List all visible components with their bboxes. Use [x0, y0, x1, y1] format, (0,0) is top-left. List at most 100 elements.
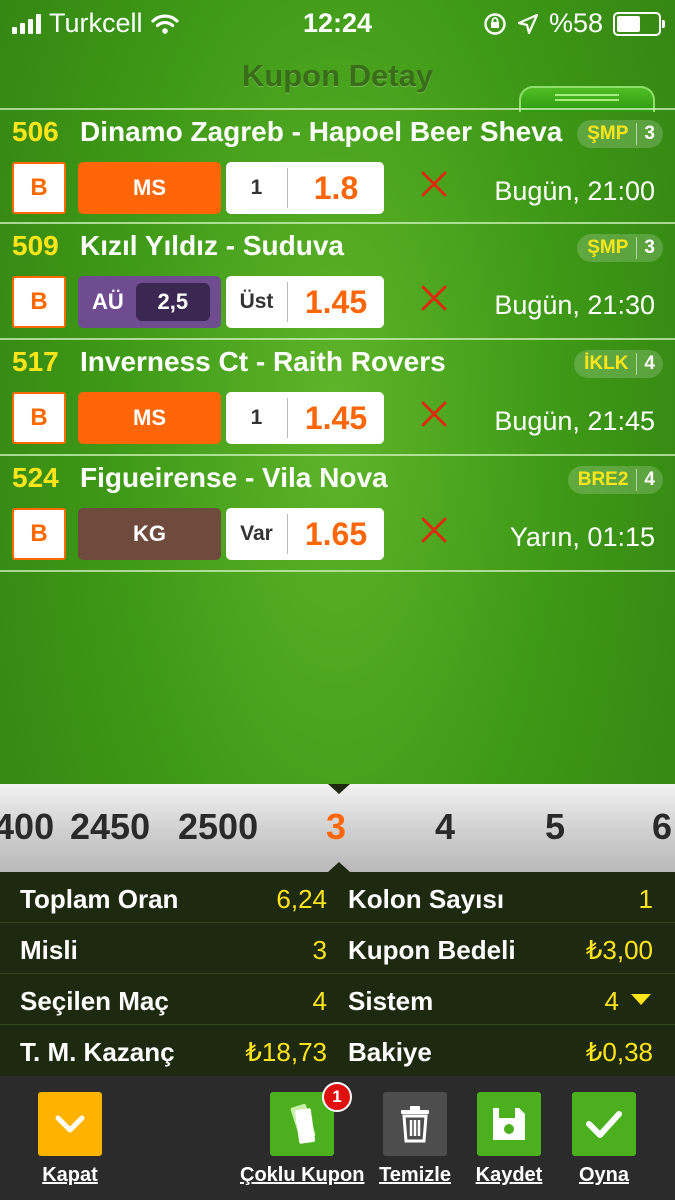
save-label: Kaydet [475, 1164, 543, 1186]
league-badge: BRE2 4 [567, 466, 663, 494]
league-badge: ŞMP 3 [577, 120, 663, 148]
picker-option-selected[interactable]: 3 [326, 806, 346, 848]
league-count: 3 [644, 237, 655, 258]
market-name: MS [133, 175, 166, 200]
play-button[interactable]: Oyna [572, 1092, 636, 1187]
odds-box: 1 1.45 [226, 392, 384, 444]
market-label: AÜ 2,5 [78, 276, 221, 328]
odd-value: 1.8 [313, 169, 359, 206]
summary-label: Bakiye [348, 1037, 432, 1067]
summary-value: ₺3,00 [585, 935, 653, 965]
tickets-icon: 1 [270, 1082, 352, 1156]
banker-toggle[interactable]: B [12, 162, 66, 214]
picker-option[interactable]: 5 [545, 806, 565, 848]
picker-option[interactable]: 2500 [178, 806, 258, 848]
summary-label: Misli [20, 935, 78, 965]
pick-label: Üst [226, 282, 288, 322]
odds-box: 1 1.8 [226, 162, 384, 214]
market-label: KG [78, 508, 221, 560]
summary-label: Kupon Bedeli [348, 935, 516, 965]
summary-value: ₺0,38 [585, 1037, 653, 1067]
picker-pointer-bottom [328, 862, 350, 872]
chevron-down-icon [38, 1092, 102, 1156]
summary-label: Seçilen Maç [20, 986, 169, 1016]
summary-value: 1 [638, 884, 653, 914]
multi-coupon-button[interactable]: 1 Çoklu Kupon [240, 1082, 365, 1187]
location-icon [517, 13, 539, 34]
odd-value: 1.45 [304, 283, 368, 320]
trash-icon [383, 1092, 447, 1156]
remove-x-icon[interactable] [418, 168, 450, 200]
battery-percent: %58 [548, 8, 603, 38]
match-code: 506 [12, 116, 59, 147]
match-time: Bugün, 21:45 [494, 406, 655, 436]
summary-label: Toplam Oran [20, 884, 179, 914]
match-code: 524 [12, 462, 59, 493]
picker-option[interactable]: 2450 [70, 806, 150, 848]
multi-coupon-label: Çoklu Kupon [240, 1164, 365, 1186]
floppy-icon [477, 1092, 541, 1156]
save-button[interactable]: Kaydet [474, 1092, 544, 1187]
match-teams: Dinamo Zagreb - Hapoel Beer Sheva [80, 116, 563, 147]
summary-value: 3 [312, 935, 327, 965]
clear-label: Temizle [379, 1164, 451, 1186]
league-name: ŞMP [587, 237, 638, 259]
match-row: 509 Kızıl Yıldız - Suduva ŞMP 3 B AÜ 2,5 Ü… [0, 224, 675, 340]
market-line: 2,5 [135, 283, 210, 321]
league-name: BRE2 [578, 469, 638, 491]
multiplier-picker[interactable]: 2400 2450 2500 3 4 5 6 [0, 784, 675, 872]
chevron-down-icon[interactable] [631, 994, 651, 1005]
check-icon [572, 1092, 636, 1156]
match-teams: Kızıl Yıldız - Suduva [80, 230, 344, 261]
league-count: 4 [644, 353, 655, 374]
match-time: Bugün, 21:30 [494, 290, 655, 320]
league-name: İKLK [584, 353, 638, 375]
match-list: 506 Dinamo Zagreb - Hapoel Beer Sheva ŞM… [0, 108, 675, 572]
banker-toggle[interactable]: B [12, 276, 66, 328]
summary-value: ₺18,73 [245, 1037, 327, 1067]
match-teams: Figueirense - Vila Nova [80, 462, 388, 493]
clear-button[interactable]: Temizle [374, 1092, 456, 1187]
remove-x-icon[interactable] [418, 398, 450, 430]
league-name: ŞMP [587, 123, 638, 145]
odd-value: 1.45 [304, 399, 368, 436]
remove-x-icon[interactable] [418, 282, 450, 314]
match-time: Bugün, 21:00 [494, 176, 655, 206]
battery-icon [613, 11, 665, 36]
status-right: %58 [483, 8, 665, 39]
coupon-summary: Toplam Oran 6,24 Kolon Sayısı 1 Misli 3 … [0, 872, 675, 1076]
banker-toggle[interactable]: B [12, 508, 66, 560]
summary-label: Kolon Sayısı [348, 884, 505, 914]
match-teams: Inverness Ct - Raith Rovers [80, 346, 446, 377]
odds-box: Üst 1.45 [226, 276, 384, 328]
pick-label: 1 [226, 168, 288, 208]
odd-value: 1.65 [304, 515, 368, 552]
picker-option[interactable]: 4 [435, 806, 455, 848]
play-label: Oyna [578, 1164, 630, 1186]
league-count: 4 [644, 469, 655, 490]
bottom-toolbar: Kapat 1 Çoklu Kupon Temizle Kaydet Oyna [0, 1076, 675, 1200]
market-label: MS [78, 392, 221, 444]
close-button[interactable]: Kapat [38, 1092, 102, 1187]
summary-value: 6,24 [276, 884, 327, 914]
summary-row: T. M. Kazanç ₺18,73 Bakiye ₺0,38 [0, 1025, 675, 1076]
market-name: KG [133, 521, 166, 546]
picker-option[interactable]: 6 [652, 806, 672, 848]
league-badge: İKLK 4 [574, 350, 663, 378]
multi-coupon-badge: 1 [322, 1082, 352, 1112]
summary-row: Misli 3 Kupon Bedeli ₺3,00 [0, 923, 675, 974]
league-count: 3 [644, 123, 655, 144]
banker-toggle[interactable]: B [12, 392, 66, 444]
status-bar: Turkcell 12:24 %58 [0, 0, 675, 48]
pick-label: 1 [226, 398, 288, 438]
match-time: Yarın, 01:15 [509, 522, 655, 552]
summary-label: Sistem [348, 986, 434, 1016]
picker-option[interactable]: 2400 [0, 806, 54, 848]
match-row: 524 Figueirense - Vila Nova BRE2 4 B KG V… [0, 456, 675, 572]
summary-label: T. M. Kazanç [20, 1037, 175, 1067]
summary-row: Toplam Oran 6,24 Kolon Sayısı 1 [0, 872, 675, 923]
remove-x-icon[interactable] [418, 514, 450, 546]
rotation-lock-icon [484, 12, 506, 35]
market-name: AÜ [92, 289, 124, 314]
system-select-value[interactable]: 4 [605, 986, 619, 1017]
